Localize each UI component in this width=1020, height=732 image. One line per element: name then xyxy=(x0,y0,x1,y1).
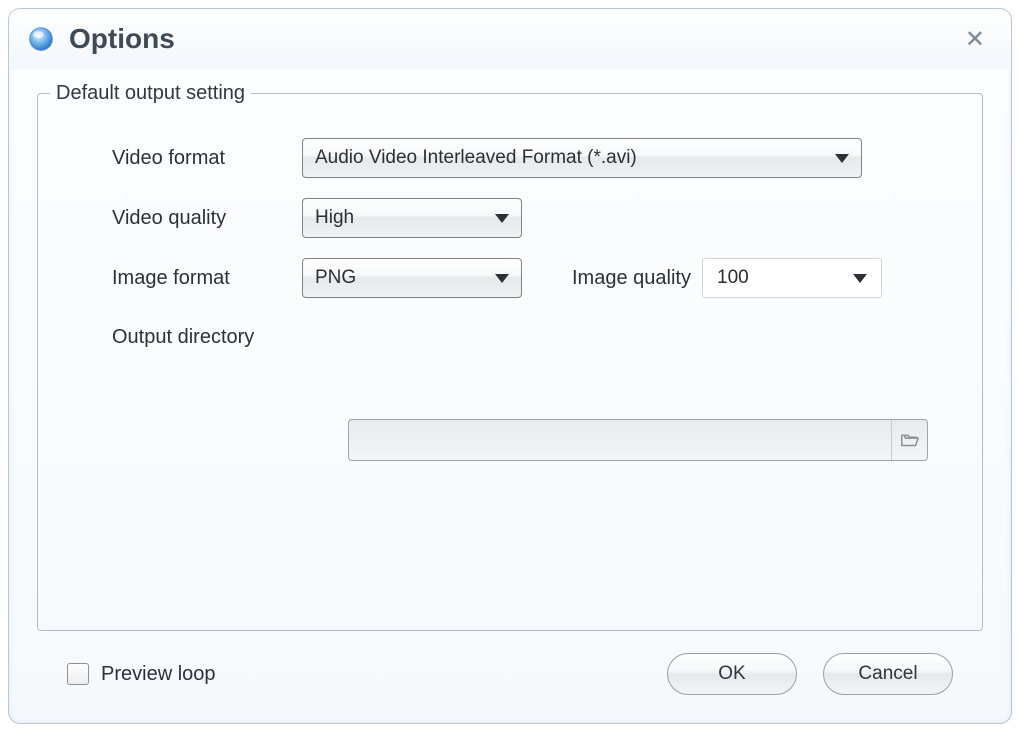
image-format-value: PNG xyxy=(315,267,495,289)
image-format-combo[interactable]: PNG xyxy=(302,258,522,298)
video-format-value: Audio Video Interleaved Format (*.avi) xyxy=(315,147,835,169)
video-quality-value: High xyxy=(315,207,495,229)
options-dialog: Options ✕ Default output setting Video f… xyxy=(8,8,1012,724)
ok-button[interactable]: OK xyxy=(667,653,797,695)
preview-loop-label: Preview loop xyxy=(101,663,216,686)
close-icon[interactable]: ✕ xyxy=(957,21,993,58)
image-quality-spinner[interactable]: 100 xyxy=(702,258,882,298)
folder-open-icon xyxy=(899,429,921,451)
default-output-group: Default output setting Video format Audi… xyxy=(37,93,983,631)
output-path-row xyxy=(92,419,928,461)
video-quality-combo[interactable]: High xyxy=(302,198,522,238)
image-format-row: Image format PNG Image quality 100 xyxy=(92,258,928,298)
video-format-label: Video format xyxy=(92,147,302,170)
video-quality-label: Video quality xyxy=(92,207,302,230)
output-directory-label: Output directory xyxy=(92,326,302,349)
preview-loop-checkbox[interactable] xyxy=(67,663,89,685)
app-icon xyxy=(27,25,55,53)
group-legend: Default output setting xyxy=(50,82,251,105)
video-format-combo[interactable]: Audio Video Interleaved Format (*.avi) xyxy=(302,138,862,178)
video-quality-row: Video quality High xyxy=(92,198,928,238)
image-quality-value: 100 xyxy=(717,267,853,289)
cancel-button[interactable]: Cancel xyxy=(823,653,953,695)
output-directory-input[interactable] xyxy=(348,419,928,461)
window-title: Options xyxy=(69,23,957,55)
cancel-button-label: Cancel xyxy=(858,663,917,685)
chevron-down-icon xyxy=(495,274,509,283)
dialog-footer: Preview loop OK Cancel xyxy=(37,631,983,705)
chevron-down-icon xyxy=(835,154,849,163)
ok-button-label: OK xyxy=(718,663,745,685)
dialog-body: Default output setting Video format Audi… xyxy=(9,69,1011,723)
output-directory-row: Output directory xyxy=(92,326,928,349)
chevron-down-icon xyxy=(495,214,509,223)
image-quality-label: Image quality xyxy=(522,267,702,290)
titlebar: Options ✕ xyxy=(9,9,1011,69)
chevron-down-icon xyxy=(853,274,867,283)
video-format-row: Video format Audio Video Interleaved For… xyxy=(92,138,928,178)
image-format-label: Image format xyxy=(92,267,302,290)
browse-button[interactable] xyxy=(891,420,927,460)
